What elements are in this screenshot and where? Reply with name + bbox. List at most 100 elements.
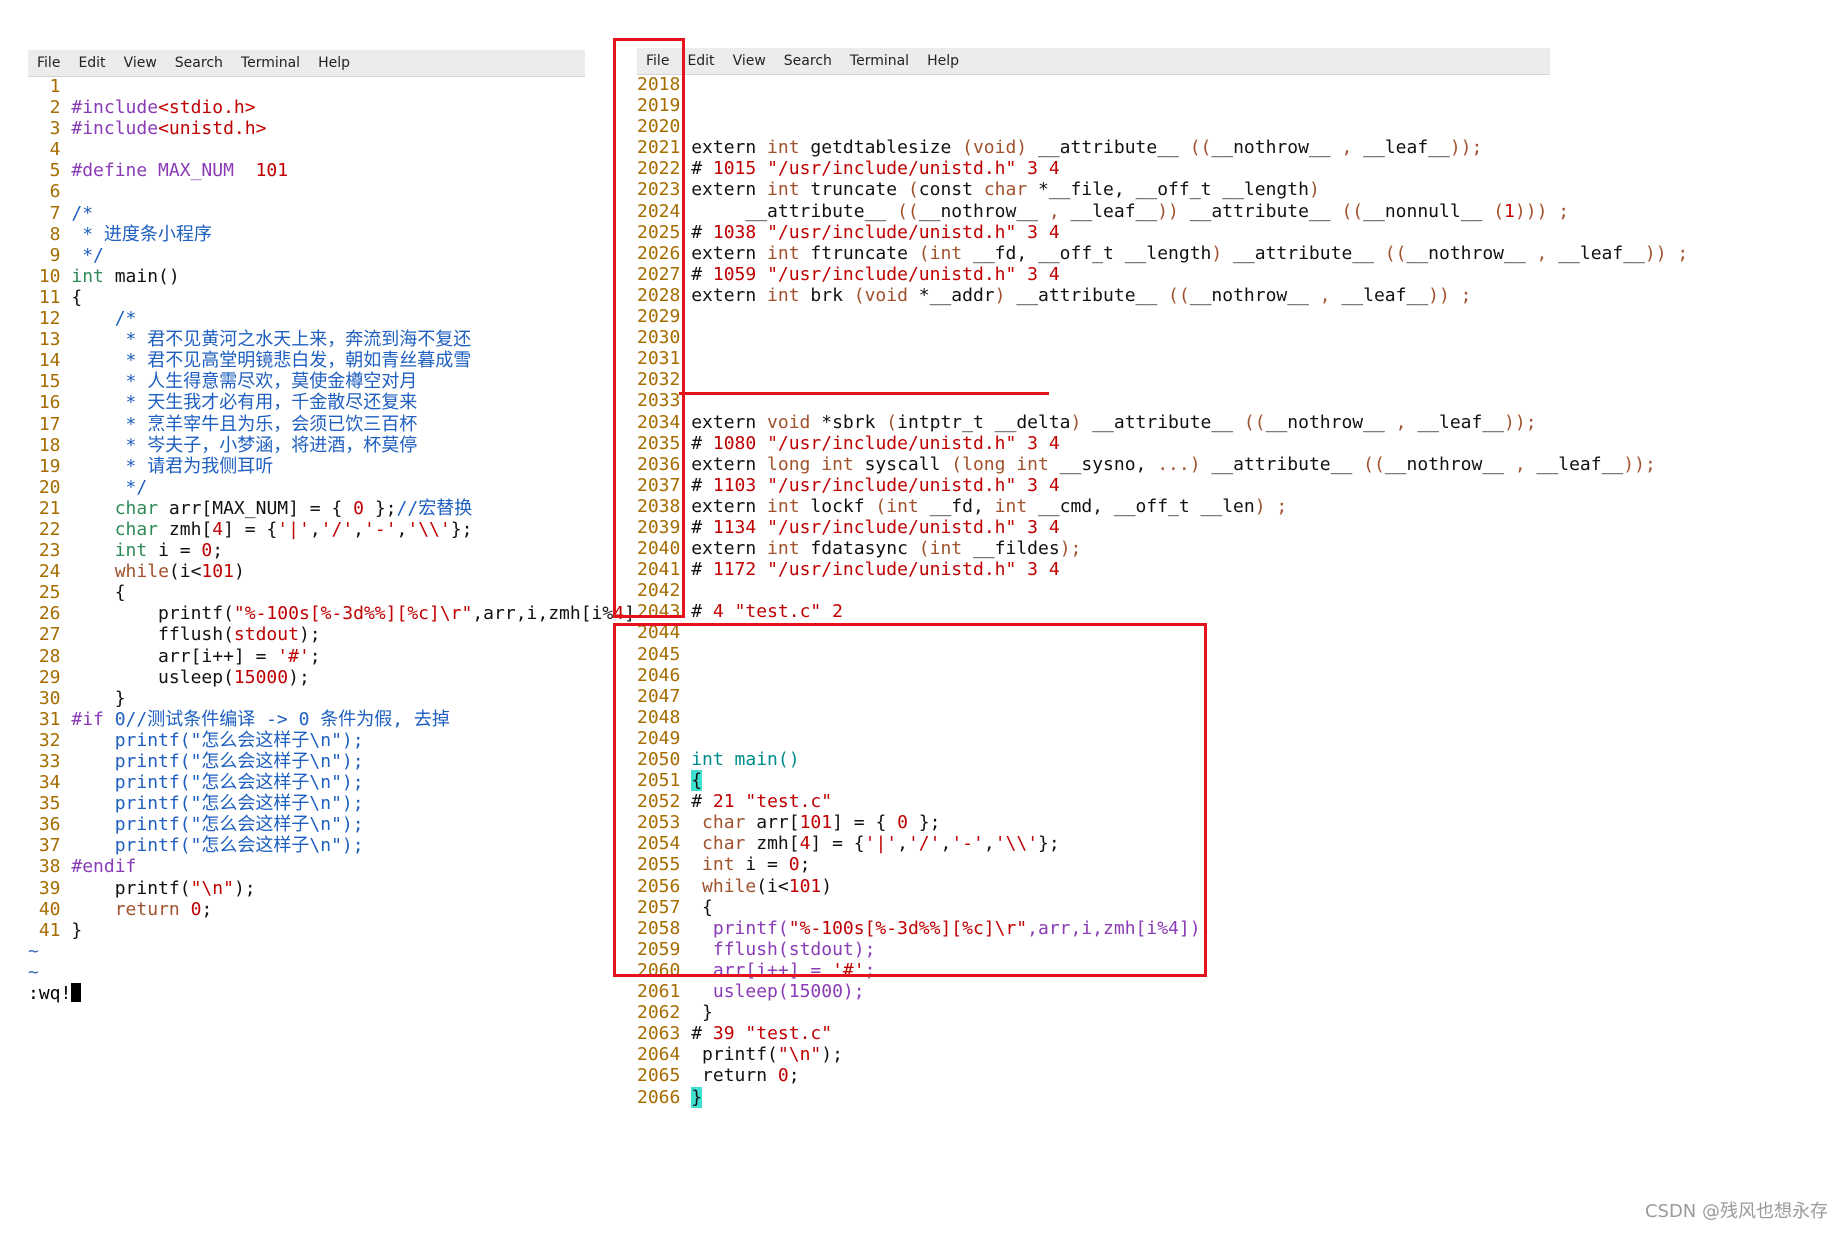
right-terminal-window: File Edit View Search Terminal Help 2018 2019… — [637, 48, 1688, 1108]
code-line: 22 char zmh[4] = {'|','/','-','\\'}; — [28, 519, 585, 540]
menu-edit[interactable]: Edit — [678, 53, 723, 69]
code-token: ))) ; — [1514, 200, 1570, 222]
menu-search[interactable]: Search — [775, 53, 841, 69]
line-number: 2038 — [637, 495, 692, 517]
code-token: *sbrk — [810, 411, 887, 433]
line-number: 2055 — [637, 854, 692, 876]
code-token: ( — [1493, 200, 1505, 222]
code-line: 26 printf("%-100s[%-3d%%][%c]\r",arr,i,z… — [28, 603, 657, 624]
code-token: __sysno, — [1048, 453, 1158, 475]
code-line: 2026 extern int ftruncate (int __fd, __o… — [637, 242, 1688, 264]
code-token: brk — [799, 284, 854, 306]
code-token: , — [940, 833, 952, 855]
line-number: 15 — [28, 371, 72, 393]
code-token: __fd, — [918, 495, 995, 517]
code-token: # — [691, 158, 713, 180]
code-token: 1080 — [712, 432, 757, 454]
code-token: (( — [1384, 242, 1407, 264]
command-text: :wq! — [28, 983, 72, 1005]
code-line: 21 char arr[MAX_NUM] = { 0 };//宏替换 — [28, 498, 585, 519]
line-number: 1 — [28, 76, 72, 97]
code-token: (( — [897, 200, 919, 222]
code-token: , — [1536, 242, 1548, 264]
code-line: 30 } — [28, 688, 585, 709]
menu-terminal[interactable]: Terminal — [232, 55, 309, 71]
line-number: 30 — [28, 687, 72, 709]
menu-terminal[interactable]: Terminal — [841, 53, 918, 69]
menu-help[interactable]: Help — [309, 55, 359, 71]
vim-command-line[interactable]: :wq! — [28, 983, 585, 1004]
code-token: * 君不见高堂明镜悲白发，朝如青丝暮成雪 — [71, 350, 472, 372]
code-token: # — [691, 791, 713, 813]
line-number: 37 — [28, 835, 72, 857]
code-token: "/usr/include/unistd.h" — [767, 516, 1017, 538]
code-token: int — [767, 179, 800, 201]
menu-edit[interactable]: Edit — [69, 55, 114, 71]
line-number: 16 — [28, 392, 72, 414]
code-token: { — [691, 896, 713, 918]
code-token: char — [702, 833, 746, 855]
code-token: printf("怎么会这样子\n"); — [71, 793, 364, 815]
code-token: getdtablesize — [799, 137, 963, 159]
code-line: 2047 — [637, 686, 1550, 707]
code-line: 40 return 0; — [28, 899, 585, 920]
right-code-area[interactable]: 2018 2019 2020 2021 extern int getdtable… — [637, 74, 1688, 1108]
code-token: '#' — [832, 959, 865, 981]
line-number: 27 — [28, 624, 72, 646]
line-number: 29 — [28, 666, 72, 688]
code-token: __leaf__ — [1352, 137, 1450, 159]
code-token: '|' — [864, 833, 898, 855]
left-code-area[interactable]: 1 2 #include<stdio.h> 3 #include<unistd.… — [28, 76, 657, 1004]
line-number: 23 — [28, 540, 72, 562]
code-token: usleep( — [71, 666, 234, 688]
code-token: __leaf__ — [1525, 453, 1624, 475]
code-token: , — [353, 518, 365, 540]
code-line: 2043 # 4 "test.c" 2 — [637, 601, 1550, 622]
code-token: */ — [71, 476, 148, 498]
code-token: int — [114, 540, 148, 562]
code-token: main() — [103, 265, 180, 287]
code-token: zmh[ — [745, 833, 800, 855]
code-line: 2030 — [637, 327, 1550, 348]
code-line: 37 printf("怎么会这样子\n"); — [28, 835, 585, 856]
code-token: '/' — [907, 833, 941, 855]
code-token: 4 — [613, 603, 625, 625]
code-token: '\\' — [407, 518, 451, 540]
code-token: ) — [233, 561, 245, 583]
menu-file[interactable]: File — [637, 53, 678, 69]
code-token: extern — [691, 284, 768, 306]
menu-view[interactable]: View — [115, 55, 166, 71]
code-token: * 君不见黄河之水天上来，奔流到海不复还 — [71, 329, 472, 351]
menu-file[interactable]: File — [28, 55, 69, 71]
code-token: fflush( — [71, 624, 234, 646]
code-token: fflush(stdout); — [712, 938, 876, 960]
code-token: }; — [450, 518, 473, 540]
code-token: 3 4 — [1027, 263, 1060, 285]
code-token: int — [767, 495, 800, 517]
menu-help[interactable]: Help — [918, 53, 968, 69]
code-token: zmh[ — [158, 518, 213, 540]
code-line: 2045 — [637, 644, 1550, 665]
line-number: 9 — [28, 244, 72, 266]
code-token: *__file, __off_t __length — [1027, 179, 1309, 201]
code-token: (i< — [756, 875, 789, 897]
code-line: 39 printf("\n"); — [28, 878, 585, 899]
menu-view[interactable]: View — [724, 53, 775, 69]
code-token: ; — [799, 854, 811, 876]
code-token: arr[i++] = — [712, 959, 833, 981]
code-line: 2027 # 1059 "/usr/include/unistd.h" 3 4 — [637, 264, 1550, 285]
code-token: 1059 — [712, 263, 757, 285]
menu-search[interactable]: Search — [166, 55, 232, 71]
code-line: 29 usleep(15000); — [28, 667, 585, 688]
code-line: 2060 arr[i++] = '#'; — [637, 960, 1550, 981]
line-number: 2022 — [637, 158, 692, 180]
code-token: "/usr/include/unistd.h" — [767, 221, 1017, 243]
line-number: 2042 — [637, 580, 692, 602]
code-token: (void) — [962, 137, 1028, 159]
code-token: "\n" — [777, 1044, 822, 1066]
line-number: 2065 — [637, 1065, 692, 1087]
